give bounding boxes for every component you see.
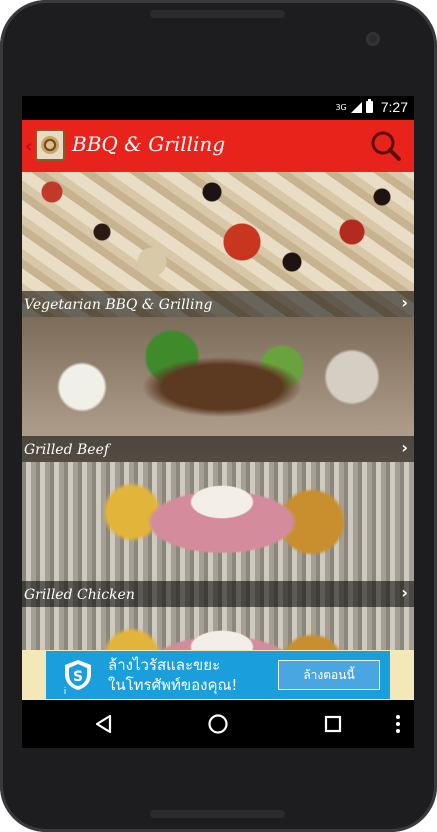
phone-frame: 3G 7:27 ‹ BBQ & Grilling Vegetarian BBQ …: [0, 0, 437, 832]
home-circle-icon[interactable]: [206, 712, 230, 736]
category-item-partial[interactable]: [22, 607, 414, 650]
ad-banner[interactable]: S ล้างไวรัสและขยะ ในโทรศัพท์ของคุณ! ล้าง…: [22, 650, 414, 700]
bottom-speaker: [150, 810, 285, 818]
ad-content[interactable]: S ล้างไวรัสและขยะ ในโทรศัพท์ของคุณ! ล้าง…: [46, 651, 390, 699]
top-speaker: [150, 10, 285, 18]
ad-line-2: ในโทรศัพท์ของคุณ!: [108, 676, 238, 694]
search-icon[interactable]: [370, 130, 402, 162]
ad-line-1: ล้างไวรัสและขยะ: [108, 656, 221, 674]
category-label: Grilled Chicken: [24, 587, 135, 603]
up-caret-icon[interactable]: ‹: [25, 136, 32, 157]
clock: 7:27: [380, 99, 408, 115]
app-title: BBQ & Grilling: [72, 132, 226, 156]
svg-text:S: S: [73, 669, 83, 685]
battery-icon: [365, 99, 373, 113]
chevron-right-icon: ›: [401, 583, 408, 602]
category-item-vegetarian[interactable]: Vegetarian BBQ & Grilling ›: [22, 172, 414, 317]
overflow-menu-icon[interactable]: [386, 712, 410, 736]
category-label: Grilled Beef: [24, 442, 110, 458]
ad-info-icon[interactable]: i: [59, 686, 71, 698]
category-item-chicken[interactable]: Grilled Chicken ›: [22, 462, 414, 607]
ad-cta-button[interactable]: ล้างตอนนี้: [278, 660, 380, 690]
recents-square-icon[interactable]: [321, 712, 345, 736]
network-type: 3G: [335, 102, 347, 112]
status-bar: 3G 7:27: [22, 96, 414, 120]
chevron-right-icon: ›: [401, 293, 408, 312]
back-triangle-icon[interactable]: [92, 712, 116, 736]
category-list: Vegetarian BBQ & Grilling › Grilled Beef…: [22, 172, 414, 650]
front-camera: [366, 32, 380, 46]
category-label: Vegetarian BBQ & Grilling: [24, 297, 213, 313]
screen: 3G 7:27 ‹ BBQ & Grilling Vegetarian BBQ …: [22, 96, 414, 748]
signal-icon: [350, 101, 362, 113]
navigation-bar: [22, 700, 414, 748]
status-icons: 3G 7:27: [335, 99, 408, 115]
chevron-right-icon: ›: [401, 438, 408, 457]
app-logo-icon[interactable]: [35, 129, 65, 161]
app-bar: ‹ BBQ & Grilling: [22, 120, 414, 172]
ad-text: ล้างไวรัสและขยะ ในโทรศัพท์ของคุณ!: [108, 655, 237, 695]
category-item-beef[interactable]: Grilled Beef ›: [22, 317, 414, 462]
